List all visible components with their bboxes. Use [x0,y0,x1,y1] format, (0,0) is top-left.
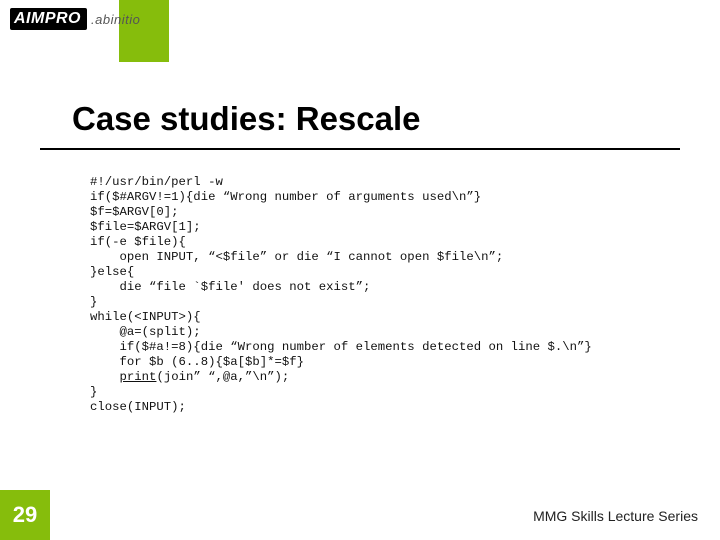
code-underline: print [120,370,157,384]
logo-main-text: AIMPRO [10,8,87,30]
code-line: for $b (6..8){$a[$b]*=$f} [90,355,304,369]
code-line [90,370,120,384]
logo: AIMPRO .abinitio [10,8,140,30]
code-line: if($#a!=8){die “Wrong number of elements… [90,340,592,354]
code-line: $file=$ARGV[1]; [90,220,201,234]
code-block: #!/usr/bin/perl -w if($#ARGV!=1){die “Wr… [90,175,592,415]
code-line: close(INPUT); [90,400,186,414]
code-line: (join” “,@a,”\n”); [156,370,289,384]
title-underline [40,148,680,150]
logo-sub-text: .abinitio [91,12,140,27]
code-line: if(-e $file){ [90,235,186,249]
page-number-box: 29 [0,490,50,540]
code-line: open INPUT, “<$file” or die “I cannot op… [90,250,503,264]
slide: AIMPRO .abinitio Case studies: Rescale #… [0,0,720,540]
code-line: if($#ARGV!=1){die “Wrong number of argum… [90,190,481,204]
code-line: #!/usr/bin/perl -w [90,175,223,189]
code-line: } [90,385,97,399]
code-line: $f=$ARGV[0]; [90,205,179,219]
page-number: 29 [13,502,37,528]
slide-title: Case studies: Rescale [72,100,421,138]
code-line: die “file `$file' does not exist”; [90,280,370,294]
code-line: }else{ [90,265,134,279]
code-line: while(<INPUT>){ [90,310,201,324]
code-line: } [90,295,97,309]
code-line: @a=(split); [90,325,201,339]
footer-text: MMG Skills Lecture Series [533,508,698,524]
